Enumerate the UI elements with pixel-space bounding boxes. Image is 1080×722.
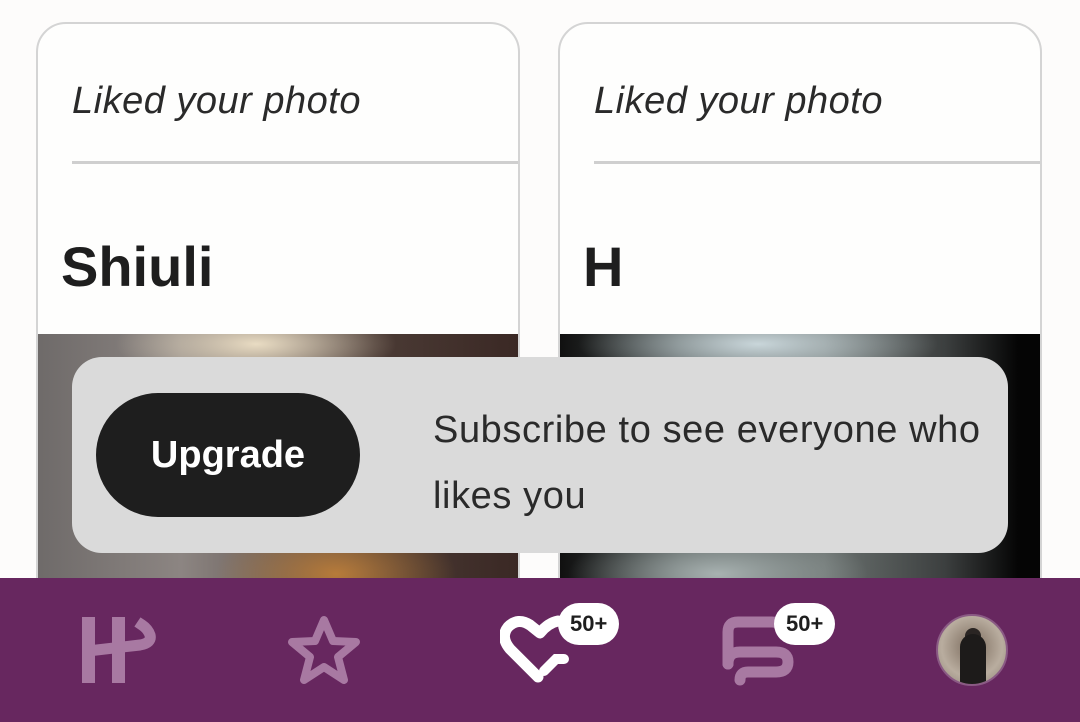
profile-name: Shiuli xyxy=(61,235,214,298)
divider xyxy=(72,161,518,164)
star-icon xyxy=(288,616,360,684)
nav-likes-you[interactable] xyxy=(480,578,600,722)
upgrade-button[interactable]: Upgrade xyxy=(96,393,360,517)
like-caption: Liked your photo xyxy=(72,80,361,122)
bottom-nav-bar: 50+ 50+ xyxy=(0,578,1080,722)
upgrade-banner: Upgrade Subscribe to see everyone who li… xyxy=(72,357,1008,553)
messages-count-badge: 50+ xyxy=(774,603,836,645)
likes-count-badge: 50+ xyxy=(558,603,620,645)
avatar-figure xyxy=(960,634,986,684)
nav-matches[interactable] xyxy=(698,578,818,722)
nav-standouts[interactable] xyxy=(264,578,384,722)
nav-discover[interactable] xyxy=(60,578,180,722)
subscribe-message: Subscribe to see everyone who likes you xyxy=(433,409,981,517)
profile-name: H xyxy=(583,235,624,298)
like-caption: Liked your photo xyxy=(594,80,883,122)
profile-avatar[interactable] xyxy=(936,614,1008,686)
divider xyxy=(594,161,1040,164)
hinge-logo-icon xyxy=(82,617,156,683)
